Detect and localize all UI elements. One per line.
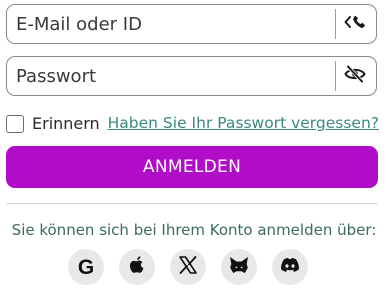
password-visibility-toggle[interactable] bbox=[338, 57, 372, 95]
remember-me-control[interactable]: Erinnern bbox=[6, 114, 100, 133]
email-field-divider bbox=[335, 9, 336, 39]
remember-me-checkbox[interactable] bbox=[6, 114, 24, 133]
password-input[interactable] bbox=[16, 57, 326, 95]
login-button[interactable]: ANMELDEN bbox=[6, 146, 378, 188]
forgot-password-link[interactable]: Haben Sie Ihr Passwort vergessen? bbox=[108, 114, 379, 132]
x-icon bbox=[178, 255, 198, 279]
divider-line bbox=[6, 203, 378, 204]
social-login-text: Sie können sich bei Ihrem Konto anmelden… bbox=[11, 221, 377, 239]
google-login-button[interactable]: G bbox=[68, 249, 104, 285]
eye-off-icon bbox=[344, 65, 366, 87]
remember-me-label: Erinnern bbox=[32, 114, 100, 133]
apple-login-button[interactable] bbox=[119, 249, 155, 285]
google-icon: G bbox=[77, 255, 95, 279]
email-input[interactable] bbox=[16, 5, 326, 43]
x-login-button[interactable] bbox=[170, 249, 206, 285]
phone-login-toggle-button[interactable] bbox=[338, 5, 372, 43]
social-login-row: G bbox=[68, 249, 308, 285]
discord-icon bbox=[279, 256, 301, 278]
metamask-login-button[interactable] bbox=[221, 249, 257, 285]
email-field-container bbox=[6, 4, 377, 44]
apple-icon bbox=[128, 255, 146, 279]
toggle-phone-login-icon bbox=[344, 13, 366, 35]
password-field-container bbox=[6, 56, 377, 96]
discord-login-button[interactable] bbox=[272, 249, 308, 285]
password-field-divider bbox=[335, 61, 336, 91]
metamask-icon bbox=[228, 255, 250, 279]
